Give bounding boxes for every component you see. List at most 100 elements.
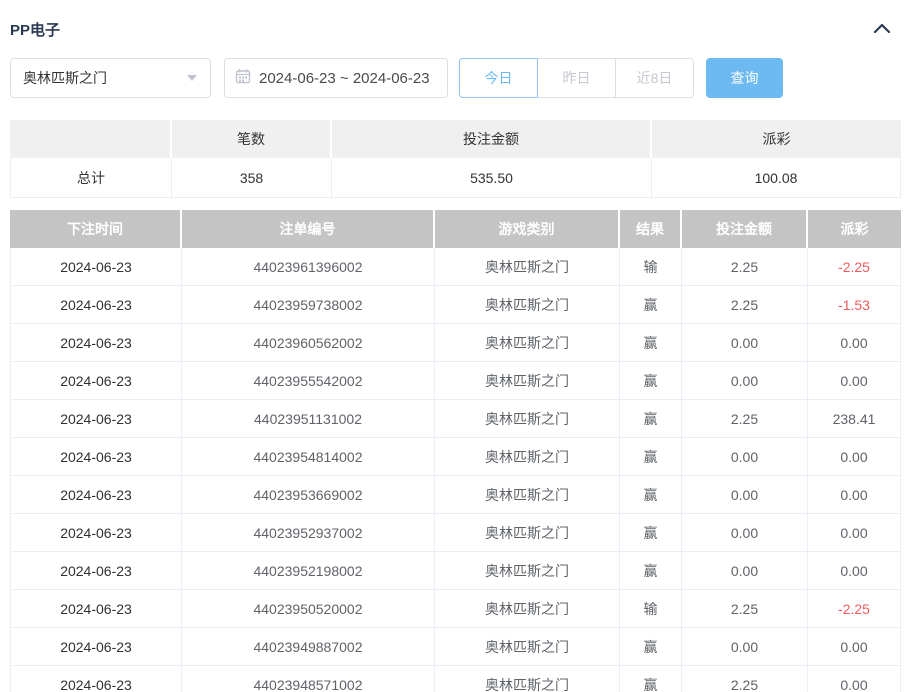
calendar-icon [235, 68, 251, 89]
records-table: 下注时间 注单编号 游戏类别 结果 投注金额 派彩 2024-06-23 440… [10, 210, 901, 692]
quick-date-button-group: 今日 昨日 近8日 [459, 58, 694, 98]
game-select-value: 奥林匹斯之门 [23, 68, 107, 88]
summary-total-row: 总计 358 535.50 100.08 [10, 158, 901, 198]
table-row: 2024-06-23 44023952937002 奥林匹斯之门 赢 0.00 … [10, 514, 901, 552]
cell-game-category: 奥林匹斯之门 [435, 514, 620, 552]
cell-payout: 0.00 [808, 476, 901, 514]
table-row: 2024-06-23 44023951131002 奥林匹斯之门 赢 2.25 … [10, 400, 901, 438]
cell-game-category: 奥林匹斯之门 [435, 400, 620, 438]
summary-total-bet-amount: 535.50 [332, 158, 652, 198]
table-row: 2024-06-23 44023961396002 奥林匹斯之门 输 2.25 … [10, 248, 901, 286]
query-button[interactable]: 查询 [706, 58, 783, 98]
pp-games-panel: PP电子 奥林匹斯之门 [0, 0, 911, 692]
cell-bet-time: 2024-06-23 [10, 514, 182, 552]
today-button[interactable]: 今日 [459, 58, 538, 98]
cell-payout: 0.00 [808, 438, 901, 476]
cell-order-id: 44023953669002 [182, 476, 435, 514]
cell-game-category: 奥林匹斯之门 [435, 438, 620, 476]
cell-bet-amount: 0.00 [682, 438, 808, 476]
cell-result: 赢 [620, 628, 682, 666]
summary-table: 笔数 投注金额 派彩 总计 358 535.50 100.08 [10, 120, 901, 198]
cell-bet-amount: 0.00 [682, 324, 808, 362]
header-order-id: 注单编号 [182, 210, 435, 248]
cell-order-id: 44023961396002 [182, 248, 435, 286]
cell-bet-time: 2024-06-23 [10, 438, 182, 476]
cell-game-category: 奥林匹斯之门 [435, 552, 620, 590]
cell-result: 赢 [620, 514, 682, 552]
cell-payout: 0.00 [808, 628, 901, 666]
game-select[interactable]: 奥林匹斯之门 [10, 58, 211, 98]
cell-payout: -2.25 [808, 590, 901, 628]
summary-header-bet-amount: 投注金额 [332, 120, 652, 158]
cell-order-id: 44023952198002 [182, 552, 435, 590]
cell-game-category: 奥林匹斯之门 [435, 666, 620, 692]
cell-bet-time: 2024-06-23 [10, 324, 182, 362]
cell-payout: 0.00 [808, 514, 901, 552]
cell-payout: 238.41 [808, 400, 901, 438]
summary-header-count: 笔数 [172, 120, 332, 158]
cell-game-category: 奥林匹斯之门 [435, 362, 620, 400]
cell-bet-time: 2024-06-23 [10, 628, 182, 666]
chevron-down-icon [186, 69, 198, 87]
chevron-up-icon [873, 22, 891, 37]
cell-bet-time: 2024-06-23 [10, 286, 182, 324]
cell-order-id: 44023951131002 [182, 400, 435, 438]
cell-result: 赢 [620, 666, 682, 692]
summary-header-payout: 派彩 [652, 120, 901, 158]
cell-order-id: 44023959738002 [182, 286, 435, 324]
table-row: 2024-06-23 44023952198002 奥林匹斯之门 赢 0.00 … [10, 552, 901, 590]
cell-bet-amount: 0.00 [682, 514, 808, 552]
cell-bet-amount: 2.25 [682, 286, 808, 324]
cell-payout: -2.25 [808, 248, 901, 286]
table-row: 2024-06-23 44023954814002 奥林匹斯之门 赢 0.00 … [10, 438, 901, 476]
cell-result: 赢 [620, 324, 682, 362]
cell-order-id: 44023954814002 [182, 438, 435, 476]
summary-total-payout: 100.08 [652, 158, 901, 198]
table-row: 2024-06-23 44023959738002 奥林匹斯之门 赢 2.25 … [10, 286, 901, 324]
cell-bet-time: 2024-06-23 [10, 400, 182, 438]
cell-result: 赢 [620, 286, 682, 324]
cell-game-category: 奥林匹斯之门 [435, 324, 620, 362]
cell-payout: 0.00 [808, 362, 901, 400]
cell-result: 赢 [620, 362, 682, 400]
cell-payout: -1.53 [808, 286, 901, 324]
table-row: 2024-06-23 44023948571002 奥林匹斯之门 赢 2.25 … [10, 666, 901, 692]
cell-bet-time: 2024-06-23 [10, 590, 182, 628]
table-row: 2024-06-23 44023949887002 奥林匹斯之门 赢 0.00 … [10, 628, 901, 666]
cell-result: 赢 [620, 552, 682, 590]
cell-bet-time: 2024-06-23 [10, 362, 182, 400]
cell-result: 赢 [620, 476, 682, 514]
header-bet-time: 下注时间 [10, 210, 182, 248]
table-row: 2024-06-23 44023955542002 奥林匹斯之门 赢 0.00 … [10, 362, 901, 400]
date-range-input[interactable]: 2024-06-23 ~ 2024-06-23 [224, 58, 448, 98]
cell-payout: 0.00 [808, 324, 901, 362]
summary-header-row: 笔数 投注金额 派彩 [10, 120, 901, 158]
header-bet-amount: 投注金额 [682, 210, 808, 248]
page-title: PP电子 [10, 19, 60, 40]
table-row: 2024-06-23 44023950520002 奥林匹斯之门 输 2.25 … [10, 590, 901, 628]
cell-payout: 0.00 [808, 552, 901, 590]
cell-payout: 0.00 [808, 666, 901, 692]
table-row: 2024-06-23 44023960562002 奥林匹斯之门 赢 0.00 … [10, 324, 901, 362]
cell-game-category: 奥林匹斯之门 [435, 248, 620, 286]
collapse-button[interactable] [871, 20, 893, 39]
cell-bet-time: 2024-06-23 [10, 248, 182, 286]
table-row: 2024-06-23 44023953669002 奥林匹斯之门 赢 0.00 … [10, 476, 901, 514]
cell-result: 输 [620, 248, 682, 286]
cell-order-id: 44023948571002 [182, 666, 435, 692]
cell-order-id: 44023960562002 [182, 324, 435, 362]
cell-bet-amount: 2.25 [682, 400, 808, 438]
cell-bet-amount: 2.25 [682, 590, 808, 628]
summary-total-count: 358 [172, 158, 332, 198]
cell-bet-time: 2024-06-23 [10, 666, 182, 692]
cell-result: 输 [620, 590, 682, 628]
cell-bet-amount: 0.00 [682, 628, 808, 666]
header-result: 结果 [620, 210, 682, 248]
cell-bet-amount: 0.00 [682, 362, 808, 400]
last-8-days-button[interactable]: 近8日 [615, 58, 694, 98]
cell-order-id: 44023949887002 [182, 628, 435, 666]
summary-header-empty [10, 120, 172, 158]
cell-result: 赢 [620, 438, 682, 476]
cell-order-id: 44023952937002 [182, 514, 435, 552]
yesterday-button[interactable]: 昨日 [537, 58, 616, 98]
